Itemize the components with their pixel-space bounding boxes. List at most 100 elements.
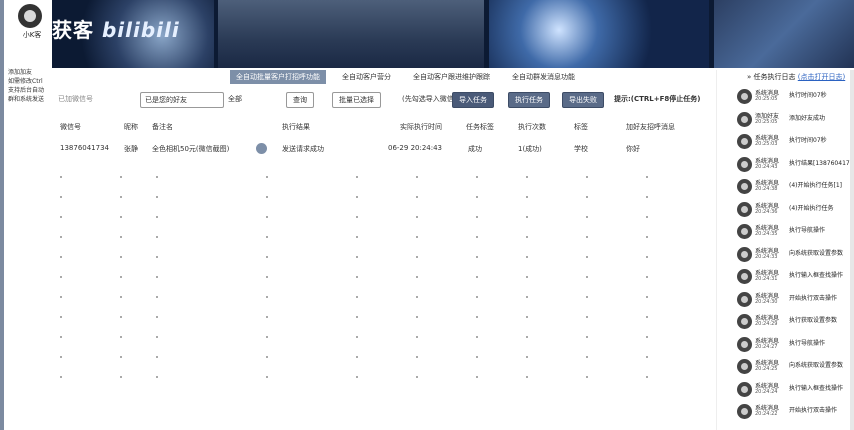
grid-dot	[120, 356, 122, 358]
open-log-link[interactable]: (点击打开日志)	[798, 73, 845, 81]
grid-dot	[156, 256, 158, 258]
log-item: 系统消息 20:24:29 执行获取设置参数	[737, 313, 854, 335]
grid-dot	[120, 296, 122, 298]
sidebar-action-2[interactable]: 如需修改Ctrl	[8, 77, 52, 86]
grid-dot	[646, 216, 648, 218]
grid-dot	[416, 296, 418, 298]
log-time: 20:25:05	[755, 118, 778, 125]
grid-dot	[476, 296, 478, 298]
grid-dot	[416, 356, 418, 358]
export-button[interactable]: 导出失败	[562, 92, 604, 108]
cell-wx: 13876041734	[60, 144, 109, 152]
grid-dot	[646, 296, 648, 298]
grid-dot	[646, 356, 648, 358]
log-message: 开始执行双击操作	[789, 407, 838, 414]
grid-dot	[476, 196, 478, 198]
log-time: 20:25:03	[755, 141, 778, 147]
import-button[interactable]: 导入任务	[452, 92, 494, 108]
grid-dot	[156, 196, 158, 198]
banner-panel-1: 获客 bilibili	[52, 0, 214, 68]
brand-logo: 获客 bilibili	[52, 14, 180, 43]
empty-grid-area	[56, 176, 696, 396]
grid-dot	[60, 336, 62, 338]
sidebar-action-3[interactable]: 支持后台自动	[8, 86, 52, 95]
tab-greeting[interactable]: 全自动批量客户打招呼功能	[230, 70, 326, 84]
grid-dot	[266, 376, 268, 378]
grid-dot	[586, 316, 588, 318]
sidebar-action-1[interactable]: 添加加友	[8, 68, 52, 77]
grid-dot	[416, 196, 418, 198]
grid-dot	[646, 196, 648, 198]
grid-dot	[526, 316, 528, 318]
search-button[interactable]: 查询	[286, 92, 314, 108]
tab-customer-score[interactable]: 全自动客户营分	[336, 70, 397, 84]
grid-dot	[356, 216, 358, 218]
toolbar: 已加微信号 已是您的好友 全部 查询 批量已选择 (先勾选导入微信) 导入任务 …	[56, 92, 716, 108]
grid-dot	[156, 376, 158, 378]
grid-dot	[156, 216, 158, 218]
log-time: 20:24:30	[755, 298, 778, 305]
log-message: 执行时间07秒	[789, 92, 827, 99]
grid-dot	[476, 316, 478, 318]
log-time: 20:24:29	[755, 321, 778, 327]
log-message: 执行时间07秒	[789, 137, 827, 144]
grid-dot	[476, 176, 478, 178]
grid-dot	[266, 176, 268, 178]
checkmark-icon[interactable]	[256, 143, 267, 154]
log-item: 系统消息 20:24:27 执行导航操作	[737, 336, 854, 358]
user-avatar-icon	[737, 291, 752, 307]
grid-dot	[356, 296, 358, 298]
col-tag: 标签	[574, 123, 588, 131]
grid-dot	[156, 276, 158, 278]
log-item: 系统消息 20:24:35 执行导航操作	[737, 223, 854, 245]
grid-dot	[356, 316, 358, 318]
tab-followup[interactable]: 全自动客户跟进维护跟踪	[407, 70, 496, 84]
avatar[interactable]	[18, 4, 42, 28]
log-time: 20:24:36	[755, 208, 778, 215]
status-select[interactable]: 已是您的好友	[140, 92, 224, 108]
log-message: (4)开始执行任务	[789, 204, 834, 212]
log-time: 20:24:43	[755, 163, 778, 170]
scrollbar[interactable]	[850, 70, 854, 430]
grid-dot	[60, 316, 62, 318]
table-row[interactable]: 13876041734 张静 全色相机50元(微信截图) 发送请求成功 06-2…	[56, 143, 716, 158]
grid-dot	[60, 236, 62, 238]
grid-dot	[586, 276, 588, 278]
account-label: 已加微信号	[58, 95, 93, 103]
cell-task: 成功	[468, 145, 482, 153]
grid-dot	[476, 256, 478, 258]
grid-dot	[266, 296, 268, 298]
log-item: 系统消息 20:24:22 开始执行双击操作	[737, 403, 854, 425]
grid-dot	[60, 256, 62, 258]
grid-dot	[526, 356, 528, 358]
batch-select-button[interactable]: 批量已选择	[332, 92, 381, 108]
run-button[interactable]: 执行任务	[508, 92, 550, 108]
grid-dot	[120, 176, 122, 178]
grid-dot	[266, 316, 268, 318]
grid-dot	[526, 296, 528, 298]
cell-result: 发送请求成功	[282, 145, 324, 153]
log-time: 20:24:27	[755, 343, 778, 350]
grid-dot	[586, 176, 588, 178]
grid-dot	[526, 216, 528, 218]
sidebar-action-4[interactable]: 群和系统发送	[8, 95, 52, 104]
grid-dot	[60, 176, 62, 178]
log-time: 20:25:05	[755, 96, 778, 102]
log-message: 向系统获取设置参数	[789, 249, 844, 257]
banner-panel-3	[489, 0, 709, 68]
col-msg: 加好友招呼消息	[626, 123, 675, 131]
grid-dot	[60, 356, 62, 358]
grid-dot	[60, 216, 62, 218]
grid-dot	[476, 336, 478, 338]
tab-group-send[interactable]: 全自动群发消息功能	[506, 70, 581, 84]
grid-dot	[356, 256, 358, 258]
user-avatar-icon	[737, 179, 752, 194]
grid-dot	[156, 296, 158, 298]
grid-dot	[586, 376, 588, 378]
grid-dot	[646, 176, 648, 178]
grid-dot	[586, 256, 588, 258]
log-time: 20:24:24	[755, 388, 778, 395]
chevron-right-icon[interactable]: »	[747, 73, 751, 81]
grid-dot	[416, 216, 418, 218]
grid-dot	[526, 256, 528, 258]
